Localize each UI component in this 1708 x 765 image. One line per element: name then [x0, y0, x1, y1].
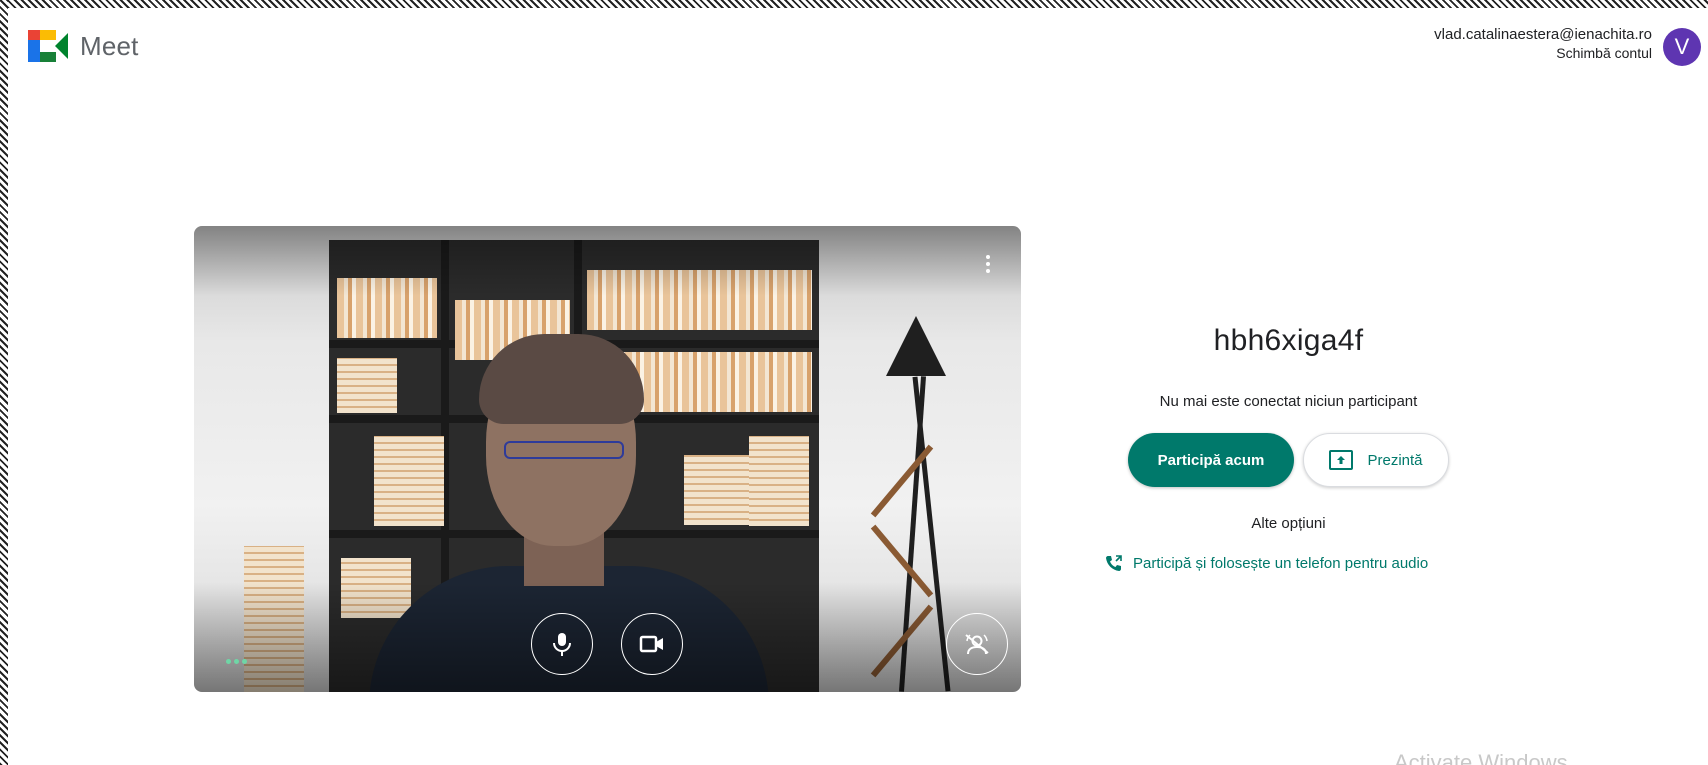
visual-effects-icon — [965, 634, 989, 655]
meet-logo-icon — [28, 30, 68, 62]
account-info: vlad.catalinaestera@ienachita.ro Schimbă… — [1434, 26, 1652, 62]
microphone-toggle-button[interactable] — [531, 613, 593, 675]
participants-status: Nu mai este conectat niciun participant — [1159, 393, 1418, 410]
join-now-button[interactable]: Participă acum — [1128, 433, 1294, 487]
join-with-phone-audio-link[interactable]: Participă și folosește un telefon pentru… — [1105, 554, 1428, 572]
present-button[interactable]: Prezintă — [1303, 433, 1449, 487]
present-to-all-icon — [1329, 450, 1354, 470]
more-vert-icon[interactable] — [976, 252, 1000, 276]
phone-forwarded-icon — [1106, 555, 1122, 571]
meeting-code: hbh6xiga4f — [1213, 324, 1364, 357]
visual-effects-button[interactable] — [946, 613, 1008, 675]
videocam-icon — [639, 635, 663, 653]
audio-level-indicator — [226, 659, 247, 664]
activate-windows-watermark: Activate Windows — [1394, 750, 1568, 765]
present-button-label: Prezintă — [1367, 451, 1423, 469]
account-email: vlad.catalinaestera@ienachita.ro — [1434, 26, 1652, 43]
window-frame-top — [0, 0, 1708, 8]
avatar[interactable]: V — [1663, 28, 1701, 66]
microphone-icon — [553, 633, 571, 656]
lamp — [886, 316, 946, 376]
video-preview — [194, 226, 1021, 692]
window-frame-left — [0, 0, 8, 765]
switch-account-link[interactable]: Schimbă contul — [1434, 44, 1652, 62]
camera-toggle-button[interactable] — [621, 613, 683, 675]
meet-logo[interactable]: Meet — [28, 30, 139, 62]
phone-audio-label: Participă și folosește un telefon pentru… — [1133, 554, 1429, 572]
glasses — [504, 441, 624, 459]
app-name: Meet — [80, 30, 139, 61]
other-options-heading: Alte opțiuni — [1251, 515, 1326, 532]
